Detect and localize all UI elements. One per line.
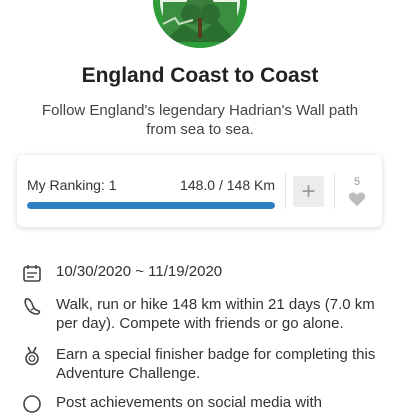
date-range-row: 10/30/2020 ~ 11/19/2020 bbox=[22, 262, 386, 283]
share-icon bbox=[23, 395, 41, 413]
divider bbox=[334, 173, 335, 209]
heart-icon[interactable] bbox=[348, 191, 366, 207]
like-count: 5 bbox=[353, 176, 361, 188]
social-description: Post achievements on social media with bbox=[56, 394, 322, 411]
activity-description: Walk, run or hike 148 km within 21 days … bbox=[56, 296, 375, 332]
challenge-title: England Coast to Coast bbox=[81, 64, 319, 87]
ranking-card: My Ranking: 1 148.0 / 148 Km + 5 bbox=[17, 155, 382, 227]
divider bbox=[285, 173, 286, 209]
challenge-badge-image bbox=[153, 0, 247, 48]
badge-description: Earn a special finisher badge for comple… bbox=[56, 346, 376, 382]
calendar-icon bbox=[23, 265, 41, 282]
footprint-icon bbox=[24, 298, 41, 315]
distance-progress-text: 148.0 / 148 Km bbox=[180, 177, 275, 193]
ranking-label: My Ranking: 1 bbox=[27, 177, 117, 193]
progress-bar bbox=[27, 202, 275, 209]
progress-bar-fill bbox=[27, 202, 275, 209]
medal-icon bbox=[25, 346, 39, 366]
add-button[interactable]: + bbox=[293, 176, 324, 207]
activity-row: Walk, run or hike 148 km within 21 days … bbox=[22, 295, 386, 333]
badge-row: Earn a special finisher badge for comple… bbox=[22, 345, 386, 383]
date-range-text: 10/30/2020 ~ 11/19/2020 bbox=[56, 263, 223, 280]
challenge-description: Follow England's legendary Hadrian's Wal… bbox=[41, 102, 359, 138]
social-row: Post achievements on social media with bbox=[22, 393, 386, 414]
